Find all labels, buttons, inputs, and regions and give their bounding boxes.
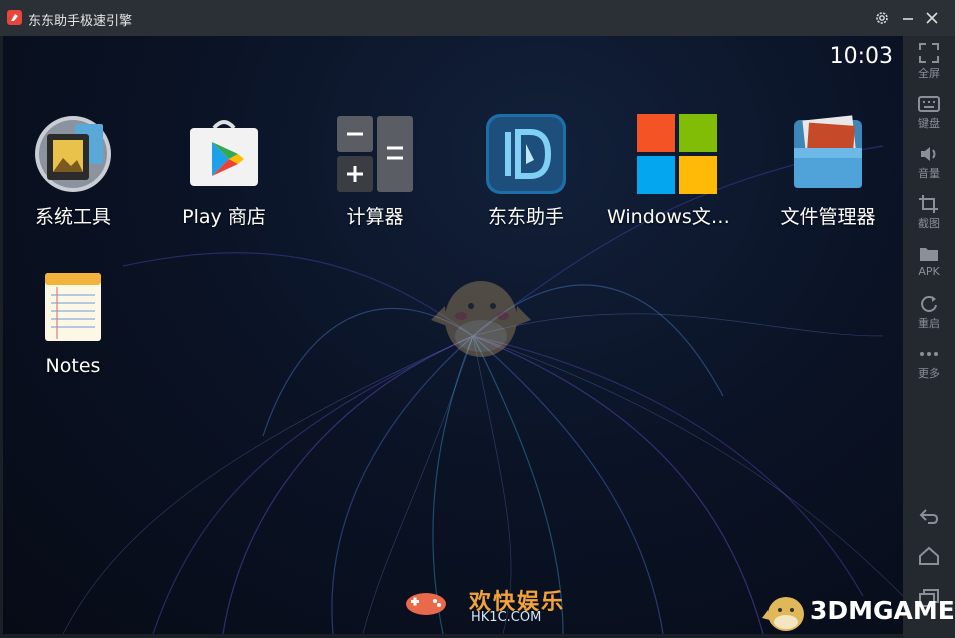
- app-windows-files[interactable]: Windows文件…: [607, 114, 747, 229]
- sidebar-item-volume[interactable]: 音量: [903, 140, 955, 190]
- sidebar-item-fullscreen[interactable]: 全屏: [903, 38, 955, 88]
- back-icon: [919, 509, 939, 524]
- app-file-manager[interactable]: 文件管理器: [758, 114, 898, 229]
- back-button[interactable]: [903, 496, 955, 536]
- home-button[interactable]: [903, 536, 955, 576]
- minimize-button[interactable]: [898, 8, 918, 28]
- restart-icon: [921, 296, 937, 312]
- emulator-screen[interactable]: 10:03 系统工具 Play 商店 计算器 东东助手 Windows文件… 文…: [3, 36, 903, 634]
- app-label: Windows文件…: [607, 206, 747, 228]
- app-label: Notes: [45, 355, 101, 377]
- file-manager-icon: [788, 114, 868, 194]
- app-label: 系统工具: [34, 206, 111, 228]
- system-tools-icon: [33, 114, 113, 194]
- app-play-store[interactable]: Play 商店: [154, 114, 294, 229]
- close-button[interactable]: [922, 8, 942, 28]
- sidebar-item-restart[interactable]: 重启: [903, 290, 955, 340]
- keyboard-icon: [918, 96, 940, 112]
- notes-icon: [33, 267, 113, 347]
- dongdong-helper-icon: [486, 114, 566, 194]
- app-calculator[interactable]: 计算器: [305, 114, 445, 229]
- volume-icon: [921, 147, 936, 161]
- play-store-icon: [184, 114, 264, 194]
- app-notes[interactable]: Notes: [3, 267, 143, 377]
- title-bar: 东东助手极速引擎: [0, 0, 955, 36]
- sidebar-item-keyboard[interactable]: 键盘: [903, 90, 955, 140]
- emulator-sidebar: 全屏 键盘 音量 截图 APK 重启 更多: [903, 36, 955, 638]
- sidebar-item-screenshot[interactable]: 截图: [903, 190, 955, 240]
- windows-logo-icon: [637, 114, 717, 194]
- app-label: Play 商店: [182, 206, 266, 228]
- settings-icon[interactable]: [872, 8, 892, 28]
- gamepad-logo-icon: [406, 593, 446, 615]
- app-logo-icon: [7, 10, 22, 25]
- window-title: 东东助手极速引擎: [28, 14, 133, 29]
- 3dmgame-text: 3DMGAME: [810, 596, 955, 625]
- mascot-icon: [762, 597, 804, 631]
- app-label: 文件管理器: [780, 206, 876, 228]
- app-dongdong-helper[interactable]: 东东助手: [456, 114, 596, 229]
- home-icon: [919, 546, 939, 565]
- app-label: 东东助手: [487, 206, 564, 228]
- sidebar-item-more[interactable]: 更多: [903, 340, 955, 390]
- folder-icon: [920, 248, 938, 261]
- app-label: 计算器: [346, 206, 404, 228]
- more-icon: [920, 352, 938, 356]
- hk1c-url: HK1C.COM: [471, 610, 542, 625]
- sidebar-item-apk[interactable]: APK: [903, 240, 955, 290]
- mascot-watermark: [431, 281, 531, 357]
- status-clock: 10:03: [829, 44, 893, 69]
- calculator-icon: [335, 114, 415, 194]
- app-system-tools[interactable]: 系统工具: [3, 114, 143, 229]
- fullscreen-icon: [919, 43, 939, 63]
- crop-icon: [919, 195, 938, 213]
